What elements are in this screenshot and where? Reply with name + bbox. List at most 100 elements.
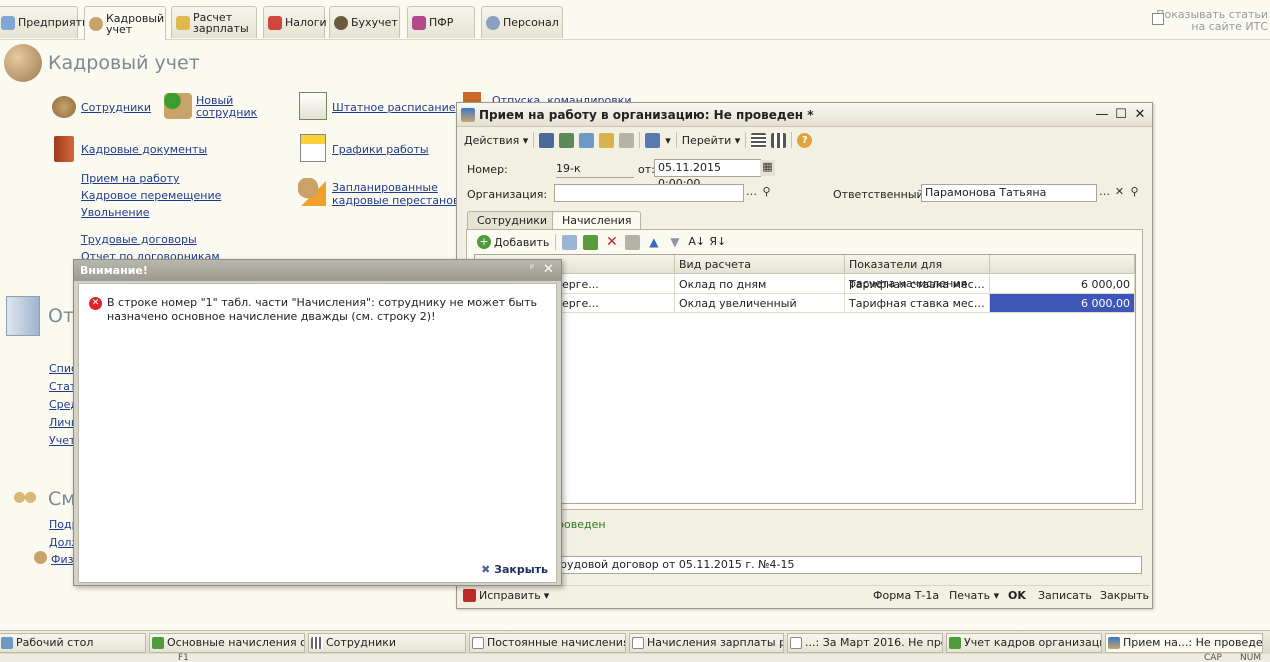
task-desktop[interactable]: Рабочий стол bbox=[0, 633, 146, 653]
list-icon[interactable] bbox=[751, 132, 767, 148]
num-indicator: NUM bbox=[1240, 653, 1262, 662]
help-icon[interactable]: ? bbox=[797, 132, 813, 148]
move-down-icon[interactable]: ▼ bbox=[667, 235, 682, 250]
dialog-close-button[interactable]: ✖ Закрыть bbox=[481, 563, 548, 576]
grid-cell-amount[interactable]: 6 000,00 bbox=[990, 275, 1135, 294]
accruals-grid[interactable]: Вид расчета Показатели для расчета начис… bbox=[474, 254, 1136, 504]
task-permanent-accruals[interactable]: Постоянные начисления... bbox=[469, 633, 626, 653]
add-row-button[interactable]: + Добавить bbox=[477, 235, 549, 249]
tab-payroll[interactable]: Расчет зарплаты bbox=[171, 6, 257, 38]
org-select-button[interactable]: … bbox=[744, 185, 759, 201]
edit-row-icon[interactable] bbox=[583, 234, 599, 250]
tab-enterprise[interactable]: Предприятие bbox=[0, 6, 96, 38]
document-bottom-bar: Исправить ▾ Форма Т-1а Печать ▾ OK Запис… bbox=[459, 585, 1150, 605]
tab-pension-fund[interactable]: ПФР bbox=[407, 6, 475, 38]
responsible-select-button[interactable]: … bbox=[1097, 185, 1112, 201]
post-close-icon[interactable] bbox=[539, 132, 555, 148]
link-hiring[interactable]: Прием на работу bbox=[81, 172, 180, 185]
ok-button[interactable]: OK bbox=[1008, 589, 1026, 602]
task-payroll-accruals[interactable]: Начисления зарплаты р... bbox=[629, 633, 784, 653]
employees-icon bbox=[52, 96, 76, 118]
link-hr-documents[interactable]: Кадровые документы bbox=[81, 143, 207, 156]
org-search-icon[interactable]: ⚲ bbox=[759, 185, 774, 201]
delete-row-icon[interactable]: ✕ bbox=[604, 234, 619, 250]
structure-icon[interactable] bbox=[619, 132, 635, 148]
sort-desc-icon[interactable]: Я↓ bbox=[709, 235, 726, 250]
toolbar-separator bbox=[791, 132, 793, 148]
minimize-button[interactable]: — bbox=[1093, 106, 1111, 124]
document-toolbar: Действия ▾ ▾ Перейти ▾ ? bbox=[459, 129, 1150, 151]
task-hiring-document[interactable]: Прием на...: Не проведен * bbox=[1105, 633, 1263, 653]
save-button[interactable]: Записать bbox=[1038, 589, 1092, 602]
tab-taxes[interactable]: Налоги bbox=[263, 6, 327, 38]
close-dialog-icon[interactable]: ✕ bbox=[543, 262, 554, 277]
date-field[interactable]: 05.11.2015 0:00:00 bbox=[654, 159, 761, 190]
grid-cell-indicator[interactable]: Тарифная ставка месяч... bbox=[845, 275, 990, 294]
grid-header-amount[interactable] bbox=[990, 255, 1135, 274]
print-button[interactable]: Печать ▾ bbox=[949, 589, 999, 602]
copy-icon[interactable] bbox=[579, 132, 595, 148]
grid-cell-indicator[interactable]: Тарифная ставка месяч... bbox=[845, 294, 990, 313]
warning-title: Внимание! bbox=[80, 264, 148, 277]
calendar-picker-icon[interactable]: ▦ bbox=[760, 160, 775, 176]
its-articles-toggle[interactable]: Показывать статьи на сайте ИТС bbox=[1152, 9, 1268, 33]
details-icon[interactable] bbox=[771, 132, 787, 148]
posting-status: роведен bbox=[557, 518, 606, 531]
grid-cell-calc-type[interactable]: Оклад по дням bbox=[675, 275, 845, 294]
link-individuals[interactable]: Физ bbox=[51, 553, 73, 566]
sort-asc-icon[interactable]: A↓ bbox=[688, 235, 705, 250]
close-button[interactable]: Закрыть bbox=[1100, 589, 1149, 602]
task-main-accruals[interactable]: Основные начисления о... bbox=[149, 633, 305, 653]
tab-personnel[interactable]: Персонал bbox=[481, 6, 563, 38]
goto-menu[interactable]: Перейти ▾ bbox=[682, 134, 741, 147]
tab-employees[interactable]: Сотрудники bbox=[467, 211, 558, 230]
link-staff-schedule[interactable]: Штатное расписание bbox=[332, 101, 456, 114]
responsible-clear-icon[interactable]: ✕ bbox=[1112, 185, 1127, 201]
link-report-accounting[interactable]: Учет bbox=[49, 434, 75, 447]
maximize-button[interactable]: ☐ bbox=[1112, 106, 1130, 124]
list-icon bbox=[311, 637, 323, 649]
its-checkbox[interactable] bbox=[1152, 13, 1164, 25]
post-icon[interactable] bbox=[559, 132, 575, 148]
comment-field[interactable]: рудовой договор от 05.11.2015 г. №4-15 bbox=[553, 556, 1142, 574]
responsible-search-icon[interactable]: ⚲ bbox=[1127, 185, 1142, 201]
task-hr-accounting[interactable]: Учет кадров организации bbox=[946, 633, 1102, 653]
accounting-icon bbox=[334, 15, 348, 30]
accruals-icon bbox=[152, 637, 164, 649]
task-employees[interactable]: Сотрудники bbox=[308, 633, 466, 653]
move-up-icon[interactable]: ▲ bbox=[646, 235, 661, 250]
link-employees[interactable]: Сотрудники bbox=[81, 101, 151, 114]
hr-icon bbox=[89, 16, 103, 31]
vacation-icon bbox=[463, 92, 481, 102]
link-work-schedules[interactable]: Графики работы bbox=[332, 143, 429, 156]
grid-cell-amount-selected[interactable]: 6 000,00 bbox=[990, 294, 1135, 313]
link-transfer[interactable]: Кадровое перемещение bbox=[81, 189, 221, 202]
form-t1a-button[interactable]: Форма Т-1а bbox=[873, 589, 939, 602]
link-new-employee[interactable]: Новый сотрудник bbox=[196, 95, 257, 119]
organization-field[interactable] bbox=[554, 184, 744, 202]
actions-menu[interactable]: Действия ▾ bbox=[464, 134, 528, 147]
link-dismissal[interactable]: Увольнение bbox=[81, 206, 150, 219]
toolbar-separator bbox=[533, 132, 535, 148]
responsible-field[interactable]: Парамонова Татьяна bbox=[921, 184, 1097, 202]
grid-cell-calc-type[interactable]: Оклад увеличенный bbox=[675, 294, 845, 313]
grid-header-indicators[interactable]: Показатели для расчета начисления bbox=[845, 255, 990, 290]
tab-accounting[interactable]: Бухучет bbox=[329, 6, 400, 38]
based-on-icon[interactable] bbox=[645, 132, 661, 148]
tab-accruals[interactable]: Начисления bbox=[552, 211, 642, 231]
end-edit-icon[interactable] bbox=[625, 234, 641, 250]
document-title-bar: Прием на работу в организацию: Не провед… bbox=[457, 103, 1152, 127]
tab-hr[interactable]: Кадровый учет bbox=[84, 6, 166, 40]
close-window-button[interactable]: ✕ bbox=[1131, 106, 1149, 124]
grid-header-calc-type[interactable]: Вид расчета bbox=[675, 255, 845, 274]
link-labor-contracts[interactable]: Трудовые договоры bbox=[81, 233, 197, 246]
fill-icon[interactable] bbox=[599, 132, 615, 148]
number-field[interactable]: 19-к bbox=[556, 162, 634, 178]
copy-row-icon[interactable] bbox=[562, 234, 578, 250]
link-planned-changes[interactable]: Запланированные кадровые перестановки bbox=[332, 181, 473, 207]
link-contractors-report[interactable]: Отчет по договорникам bbox=[81, 250, 220, 259]
pension-fund-icon bbox=[412, 15, 426, 30]
fix-button[interactable]: Исправить ▾ bbox=[463, 589, 549, 602]
task-march-2016[interactable]: ...: За Март 2016. Не про... bbox=[787, 633, 943, 653]
pin-icon[interactable]: ᵖ bbox=[530, 263, 534, 274]
